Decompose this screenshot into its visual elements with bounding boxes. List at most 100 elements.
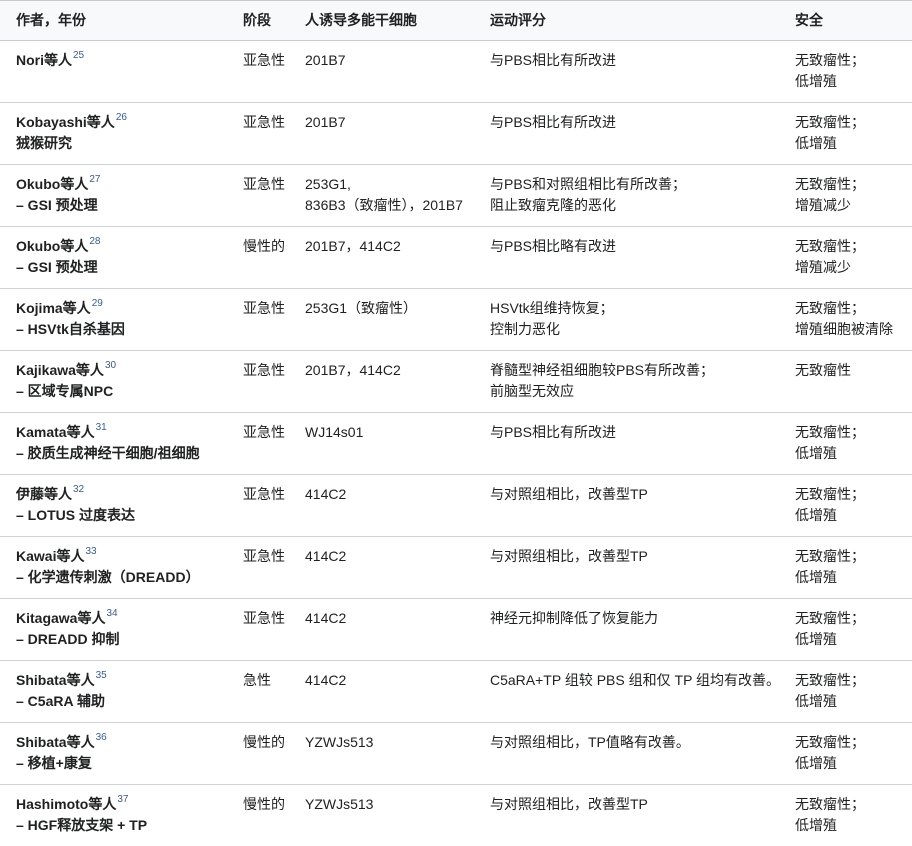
- stage-cell: 亚急性: [243, 165, 305, 227]
- ipsc-cell: 414C2: [305, 661, 490, 723]
- motor-cell: 与PBS相比有所改进: [490, 41, 795, 103]
- study-subtitle: – GSI 预处理: [16, 195, 233, 216]
- motor-cell: 与对照组相比，改善型TP: [490, 537, 795, 599]
- author-cell: Okubo等人27 – GSI 预处理: [0, 165, 243, 227]
- study-subtitle: – C5aRA 辅助: [16, 691, 233, 712]
- study-subtitle: – DREADD 抑制: [16, 629, 233, 650]
- author-name-text: Okubo等人: [16, 238, 88, 254]
- stage-cell: 亚急性: [243, 413, 305, 475]
- author-line: Kobayashi等人26: [16, 112, 233, 133]
- ipsc-cell: 201B7，414C2: [305, 227, 490, 289]
- column-header-safety: 安全: [795, 1, 912, 41]
- study-subtitle: – GSI 预处理: [16, 257, 233, 278]
- ipsc-cell: 253G1, 836B3（致瘤性），201B7: [305, 165, 490, 227]
- author-line: Kamata等人31: [16, 422, 233, 443]
- stage-cell: 亚急性: [243, 289, 305, 351]
- author-line: 伊藤等人32: [16, 484, 233, 505]
- author-cell: Shibata等人36 – 移植+康复: [0, 723, 243, 785]
- table-body: Nori等人25 亚急性 201B7 与PBS相比有所改进 无致瘤性； 低增殖 …: [0, 41, 912, 846]
- author-line: Hashimoto等人37: [16, 794, 233, 815]
- motor-cell: 与PBS相比略有改进: [490, 227, 795, 289]
- reference-superscript[interactable]: 28: [89, 236, 100, 247]
- ipsc-cell: YZWJs513: [305, 785, 490, 846]
- reference-superscript[interactable]: 30: [105, 360, 116, 371]
- study-subtitle: – 区域专属NPC: [16, 381, 233, 402]
- studies-table: 作者，年份 阶段 人诱导多能干细胞 运动评分 安全 Nori等人25 亚急性 2…: [0, 0, 912, 846]
- motor-cell: HSVtk组维持恢复； 控制力恶化: [490, 289, 795, 351]
- stage-cell: 亚急性: [243, 599, 305, 661]
- table-row: Hashimoto等人37 – HGF释放支架 + TP 慢性的 YZWJs51…: [0, 785, 912, 846]
- safety-cell: 无致瘤性； 增殖减少: [795, 165, 912, 227]
- table-row: Kitagawa等人34 – DREADD 抑制 亚急性 414C2 神经元抑制…: [0, 599, 912, 661]
- safety-cell: 无致瘤性: [795, 351, 912, 413]
- reference-superscript[interactable]: 35: [96, 670, 107, 681]
- motor-cell: C5aRA+TP 组较 PBS 组和仅 TP 组均有改善。: [490, 661, 795, 723]
- motor-cell: 脊髓型神经祖细胞较PBS有所改善； 前脑型无效应: [490, 351, 795, 413]
- motor-cell: 与对照组相比，改善型TP: [490, 475, 795, 537]
- study-subtitle: 狨猴研究: [16, 133, 233, 154]
- reference-superscript[interactable]: 26: [116, 112, 127, 123]
- author-line: Okubo等人28: [16, 236, 233, 257]
- reference-superscript[interactable]: 34: [106, 608, 117, 619]
- study-subtitle: – HSVtk自杀基因: [16, 319, 233, 340]
- table-row: Kobayashi等人26 狨猴研究 亚急性 201B7 与PBS相比有所改进 …: [0, 103, 912, 165]
- author-name-text: Kawai等人: [16, 548, 84, 564]
- stage-cell: 急性: [243, 661, 305, 723]
- study-subtitle: – 胶质生成神经干细胞/祖细胞: [16, 443, 233, 464]
- author-name-text: Shibata等人: [16, 734, 95, 750]
- safety-cell: 无致瘤性； 低增殖: [795, 661, 912, 723]
- stage-cell: 慢性的: [243, 785, 305, 846]
- stage-cell: 慢性的: [243, 723, 305, 785]
- stage-cell: 亚急性: [243, 103, 305, 165]
- author-cell: Hashimoto等人37 – HGF释放支架 + TP: [0, 785, 243, 846]
- header-row: 作者，年份 阶段 人诱导多能干细胞 运动评分 安全: [0, 1, 912, 41]
- ipsc-cell: 201B7，414C2: [305, 351, 490, 413]
- study-subtitle: – LOTUS 过度表达: [16, 505, 233, 526]
- table-row: Kawai等人33 – 化学遗传刺激（DREADD） 亚急性 414C2 与对照…: [0, 537, 912, 599]
- ipsc-cell: YZWJs513: [305, 723, 490, 785]
- author-line: Kawai等人33: [16, 546, 233, 567]
- table-row: Okubo等人27 – GSI 预处理 亚急性 253G1, 836B3（致瘤性…: [0, 165, 912, 227]
- author-line: Kajikawa等人30: [16, 360, 233, 381]
- author-name-text: Shibata等人: [16, 672, 95, 688]
- table-row: Shibata等人36 – 移植+康复 慢性的 YZWJs513 与对照组相比，…: [0, 723, 912, 785]
- reference-superscript[interactable]: 33: [85, 546, 96, 557]
- reference-superscript[interactable]: 29: [92, 298, 103, 309]
- ipsc-cell: WJ14s01: [305, 413, 490, 475]
- reference-superscript[interactable]: 32: [73, 484, 84, 495]
- motor-cell: 与PBS和对照组相比有所改善； 阻止致瘤克隆的恶化: [490, 165, 795, 227]
- table-row: Shibata等人35 – C5aRA 辅助 急性 414C2 C5aRA+TP…: [0, 661, 912, 723]
- author-line: Shibata等人36: [16, 732, 233, 753]
- author-line: Kojima等人29: [16, 298, 233, 319]
- stage-cell: 亚急性: [243, 41, 305, 103]
- table-row: 伊藤等人32 – LOTUS 过度表达 亚急性 414C2 与对照组相比，改善型…: [0, 475, 912, 537]
- author-cell: Okubo等人28 – GSI 预处理: [0, 227, 243, 289]
- author-line: Shibata等人35: [16, 670, 233, 691]
- author-cell: Kojima等人29 – HSVtk自杀基因: [0, 289, 243, 351]
- stage-cell: 亚急性: [243, 537, 305, 599]
- table-row: Kajikawa等人30 – 区域专属NPC 亚急性 201B7，414C2 脊…: [0, 351, 912, 413]
- table-row: Kojima等人29 – HSVtk自杀基因 亚急性 253G1（致瘤性） HS…: [0, 289, 912, 351]
- safety-cell: 无致瘤性； 低增殖: [795, 723, 912, 785]
- author-name-text: Kajikawa等人: [16, 362, 104, 378]
- study-subtitle: – 化学遗传刺激（DREADD）: [16, 567, 233, 588]
- author-name-text: Kojima等人: [16, 300, 91, 316]
- study-subtitle: – HGF释放支架 + TP: [16, 815, 233, 836]
- reference-superscript[interactable]: 31: [96, 422, 107, 433]
- motor-cell: 与PBS相比有所改进: [490, 103, 795, 165]
- author-cell: Kawai等人33 – 化学遗传刺激（DREADD）: [0, 537, 243, 599]
- reference-superscript[interactable]: 37: [117, 794, 128, 805]
- motor-cell: 与对照组相比，改善型TP: [490, 785, 795, 846]
- safety-cell: 无致瘤性； 增殖细胞被清除: [795, 289, 912, 351]
- reference-superscript[interactable]: 36: [96, 732, 107, 743]
- table-row: Nori等人25 亚急性 201B7 与PBS相比有所改进 无致瘤性； 低增殖: [0, 41, 912, 103]
- stage-cell: 亚急性: [243, 475, 305, 537]
- reference-superscript[interactable]: 27: [89, 174, 100, 185]
- author-name-text: Kobayashi等人: [16, 114, 115, 130]
- author-name-text: Hashimoto等人: [16, 796, 116, 812]
- column-header-ipsc: 人诱导多能干细胞: [305, 1, 490, 41]
- author-line: Nori等人25: [16, 50, 233, 71]
- ipsc-cell: 414C2: [305, 599, 490, 661]
- ipsc-cell: 201B7: [305, 103, 490, 165]
- reference-superscript[interactable]: 25: [73, 50, 84, 61]
